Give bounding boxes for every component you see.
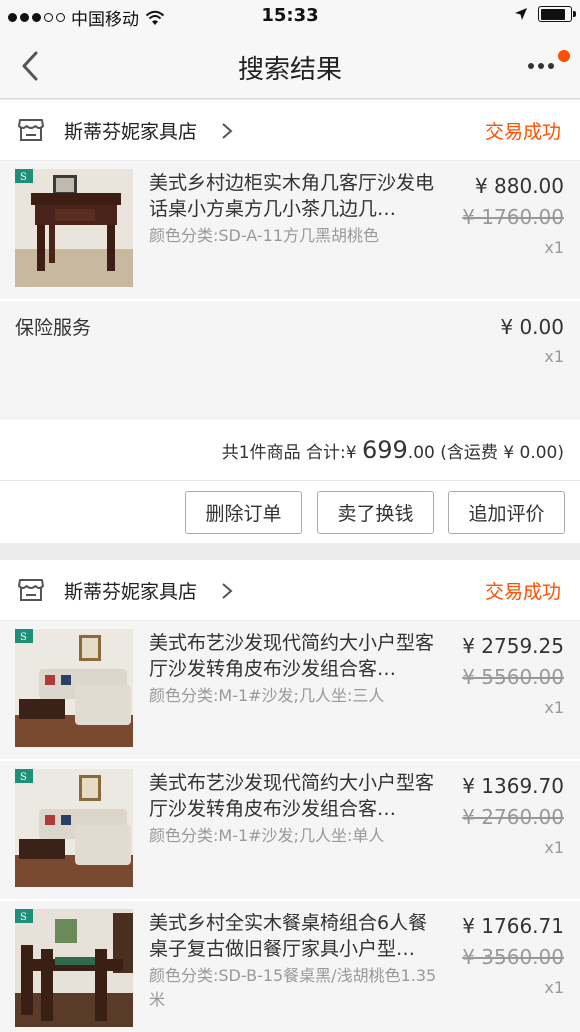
order-status: 交易成功 bbox=[484, 581, 561, 603]
product-price: ¥ 1766.71 bbox=[462, 914, 564, 938]
order-item[interactable]: S 美式布艺沙发现代简约大小户型客厅沙发转角皮布沙发组合客… 颜色分类:M-1#… bbox=[0, 761, 580, 901]
location-arrow-icon bbox=[515, 8, 527, 20]
svg-text:S: S bbox=[20, 772, 27, 783]
original-price: ¥ 3560.00 bbox=[462, 945, 564, 969]
insurance-label: 保险服务 bbox=[15, 317, 92, 339]
order-item[interactable]: S 美式乡村全实木餐桌椅组合6人餐桌子复古做旧餐厅家具小户型… 颜色分类:SD-… bbox=[0, 901, 580, 1032]
sell-item-button[interactable]: 卖了换钱 bbox=[317, 491, 434, 534]
product-sku: 颜色分类:SD-A-11方几黑胡桃色 bbox=[149, 226, 380, 245]
product-quantity: x1 bbox=[544, 978, 564, 997]
order-item[interactable]: S 美式布艺沙发现代简约大小户型客厅沙发转角皮布沙发组合客… 颜色分类:M-1#… bbox=[0, 621, 580, 761]
shop-name[interactable]: 斯蒂芬妮家具店 bbox=[64, 577, 197, 604]
chevron-right-icon bbox=[222, 583, 233, 599]
product-name: 美式布艺沙发现代简约大小户型客厅沙发转角皮布沙发组合客… bbox=[149, 632, 435, 680]
navigation-bar: 搜索结果 bbox=[0, 32, 580, 99]
summary-shipping: (含运费 ¥ 0.00) bbox=[440, 443, 564, 463]
product-name: 美式乡村全实木餐桌椅组合6人餐桌子复古做旧餐厅家具小户型… bbox=[149, 912, 428, 960]
summary-total: 699 bbox=[361, 436, 408, 464]
product-image[interactable]: S bbox=[15, 909, 133, 1027]
status-bar: 中国移动 15:33 bbox=[0, 0, 580, 32]
order-summary: 共1件商品 合计:¥ 699.00 (含运费 ¥ 0.00) bbox=[0, 419, 580, 481]
svg-text:S: S bbox=[20, 632, 27, 643]
status-time: 15:33 bbox=[261, 5, 319, 26]
product-quantity: x1 bbox=[544, 838, 564, 857]
product-quantity: x1 bbox=[544, 698, 564, 717]
product-price: ¥ 1369.70 bbox=[462, 774, 564, 798]
more-button[interactable] bbox=[528, 50, 570, 80]
battery-icon bbox=[538, 6, 576, 22]
original-price: ¥ 5560.00 bbox=[462, 665, 564, 689]
svg-text:S: S bbox=[20, 912, 27, 923]
insurance-quantity: x1 bbox=[544, 347, 564, 366]
order-card: 斯蒂芬妮家具店 交易成功 S 美式乡村边柜实木角几客厅沙发电话桌小方桌方几小茶几… bbox=[0, 100, 580, 543]
more-icon bbox=[528, 63, 534, 69]
product-image[interactable]: S bbox=[15, 769, 133, 887]
summary-total-decimal: .00 bbox=[407, 443, 435, 463]
more-icon-dot bbox=[538, 63, 544, 69]
product-name: 美式布艺沙发现代简约大小户型客厅沙发转角皮布沙发组合客… bbox=[149, 772, 435, 820]
order-item[interactable]: S 美式乡村边柜实木角几客厅沙发电话桌小方桌方几小茶几边几… 颜色分类:SD-A… bbox=[0, 161, 580, 301]
product-sku: 颜色分类:M-1#沙发;几人坐:三人 bbox=[149, 686, 385, 705]
summary-prefix: 共1件商品 合计: bbox=[221, 443, 346, 463]
product-image[interactable]: S bbox=[15, 629, 133, 747]
original-price: ¥ 1760.00 bbox=[462, 205, 564, 229]
product-sku: 颜色分类:SD-B-15餐桌黑/浅胡桃色1.35米 bbox=[149, 966, 437, 1009]
order-status: 交易成功 bbox=[484, 121, 561, 143]
chevron-right-icon bbox=[222, 123, 233, 139]
product-name: 美式乡村边柜实木角几客厅沙发电话桌小方桌方几小茶几边几… bbox=[149, 172, 435, 220]
product-price: ¥ 880.00 bbox=[474, 174, 564, 198]
store-icon bbox=[18, 119, 44, 141]
original-price: ¥ 2760.00 bbox=[462, 805, 564, 829]
add-review-button[interactable]: 追加评价 bbox=[448, 491, 565, 534]
store-icon bbox=[18, 579, 44, 601]
shop-name[interactable]: 斯蒂芬妮家具店 bbox=[64, 117, 197, 144]
delete-order-button[interactable]: 删除订单 bbox=[185, 491, 302, 534]
product-sku: 颜色分类:M-1#沙发;几人坐:单人 bbox=[149, 826, 385, 845]
insurance-price: ¥ 0.00 bbox=[500, 315, 564, 339]
shop-header[interactable]: 斯蒂芬妮家具店 交易成功 bbox=[0, 100, 580, 161]
product-quantity: x1 bbox=[544, 238, 564, 257]
summary-currency: ¥ bbox=[345, 443, 357, 463]
more-icon-dot bbox=[548, 63, 554, 69]
page-title: 搜索结果 bbox=[237, 55, 342, 85]
shop-header[interactable]: 斯蒂芬妮家具店 交易成功 bbox=[0, 560, 580, 621]
order-card: 斯蒂芬妮家具店 交易成功 S 美式布艺沙发现代简约大小户型客厅沙发转角皮布沙发组… bbox=[0, 560, 580, 1032]
product-price: ¥ 2759.25 bbox=[462, 634, 564, 658]
insurance-row: 保险服务 ¥ 0.00 x1 bbox=[0, 301, 580, 419]
notification-badge bbox=[558, 50, 570, 62]
svg-text:S: S bbox=[20, 172, 27, 183]
order-actions: 删除订单 卖了换钱 追加评价 bbox=[0, 481, 580, 543]
product-image[interactable]: S bbox=[15, 169, 133, 287]
